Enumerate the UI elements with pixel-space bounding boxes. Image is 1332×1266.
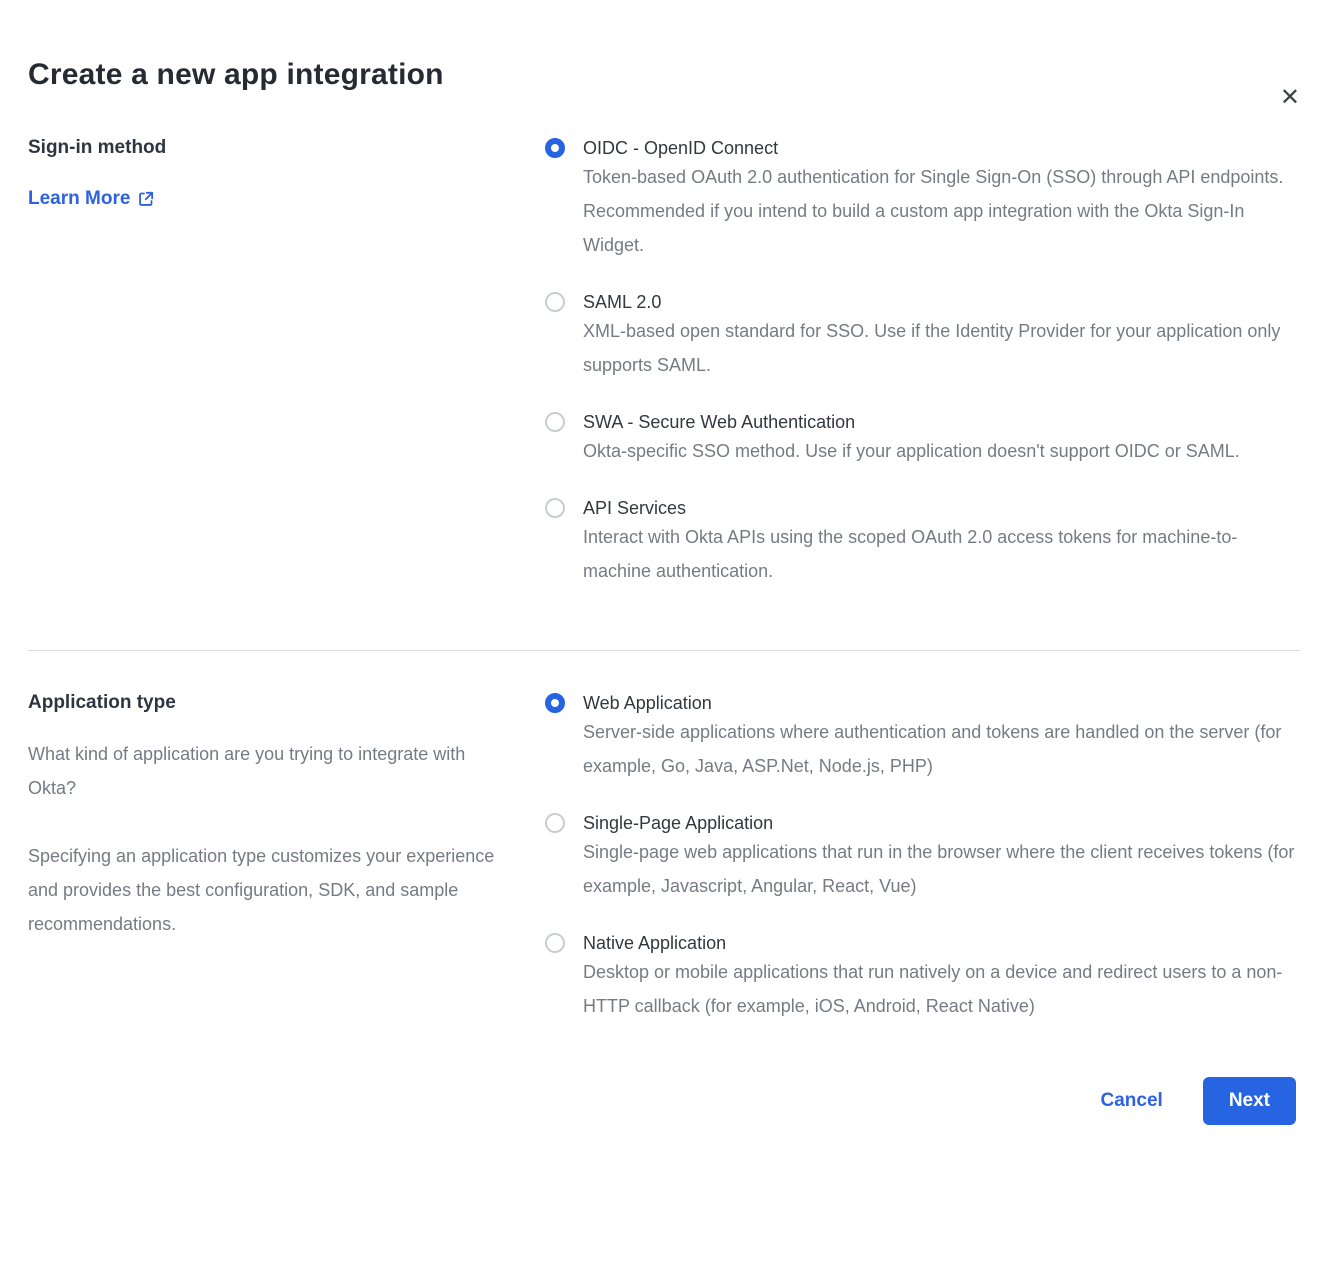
signin-option-oidc-description: Token-based OAuth 2.0 authentication for… xyxy=(583,160,1295,262)
signin-option-saml: SAML 2.0 XML-based open standard for SSO… xyxy=(545,290,1296,382)
signin-option-api-services-description: Interact with Okta APIs using the scoped… xyxy=(583,520,1295,588)
apptype-option-spa: Single-Page Application Single-page web … xyxy=(545,811,1296,903)
signin-method-section: Sign-in method Learn More OIDC - OpenID … xyxy=(0,136,1332,588)
signin-option-swa-label: SWA - Secure Web Authentication xyxy=(583,410,855,434)
application-type-section: Application type What kind of applicatio… xyxy=(0,691,1332,1023)
signin-option-saml-row[interactable]: SAML 2.0 xyxy=(545,290,1296,314)
signin-option-api-services-label: API Services xyxy=(583,496,686,520)
apptype-option-web-label: Web Application xyxy=(583,691,712,715)
apptype-option-native-label: Native Application xyxy=(583,931,726,955)
signin-option-swa-row[interactable]: SWA - Secure Web Authentication xyxy=(545,410,1296,434)
signin-option-api-services: API Services Interact with Okta APIs usi… xyxy=(545,496,1296,588)
application-type-explainer: Specifying an application type customize… xyxy=(28,839,508,941)
signin-option-saml-label: SAML 2.0 xyxy=(583,290,661,314)
apptype-option-web-row[interactable]: Web Application xyxy=(545,691,1296,715)
close-icon[interactable]: ✕ xyxy=(1280,86,1300,110)
dialog-footer: Cancel Next xyxy=(0,1077,1332,1125)
signin-option-saml-description: XML-based open standard for SSO. Use if … xyxy=(583,314,1295,382)
signin-option-oidc-row[interactable]: OIDC - OpenID Connect xyxy=(545,136,1296,160)
signin-option-oidc-label: OIDC - OpenID Connect xyxy=(583,136,778,160)
apptype-option-spa-label: Single-Page Application xyxy=(583,811,773,835)
apptype-option-native: Native Application Desktop or mobile app… xyxy=(545,931,1296,1023)
apptype-option-web-description: Server-side applications where authentic… xyxy=(583,715,1295,783)
section-divider xyxy=(28,650,1300,651)
radio-oidc[interactable] xyxy=(545,138,565,158)
signin-option-oidc: OIDC - OpenID Connect Token-based OAuth … xyxy=(545,136,1296,262)
apptype-option-web: Web Application Server-side applications… xyxy=(545,691,1296,783)
signin-method-label: Sign-in method xyxy=(28,136,545,160)
radio-swa[interactable] xyxy=(545,412,565,432)
application-type-label: Application type xyxy=(28,691,545,715)
signin-option-swa: SWA - Secure Web Authentication Okta-spe… xyxy=(545,410,1296,468)
dialog-title: Create a new app integration xyxy=(28,56,1292,94)
learn-more-link[interactable]: Learn More xyxy=(28,188,154,210)
signin-option-swa-description: Okta-specific SSO method. Use if your ap… xyxy=(583,434,1295,468)
radio-native-application[interactable] xyxy=(545,933,565,953)
next-button[interactable]: Next xyxy=(1203,1077,1296,1125)
radio-saml[interactable] xyxy=(545,292,565,312)
application-type-question: What kind of application are you trying … xyxy=(28,737,508,805)
radio-api-services[interactable] xyxy=(545,498,565,518)
external-link-icon xyxy=(138,191,154,207)
radio-web-application[interactable] xyxy=(545,693,565,713)
signin-option-api-services-row[interactable]: API Services xyxy=(545,496,1296,520)
apptype-option-spa-description: Single-page web applications that run in… xyxy=(583,835,1295,903)
cancel-button[interactable]: Cancel xyxy=(1101,1090,1163,1112)
radio-single-page-application[interactable] xyxy=(545,813,565,833)
apptype-option-native-row[interactable]: Native Application xyxy=(545,931,1296,955)
learn-more-label: Learn More xyxy=(28,188,130,210)
apptype-option-spa-row[interactable]: Single-Page Application xyxy=(545,811,1296,835)
apptype-option-native-description: Desktop or mobile applications that run … xyxy=(583,955,1295,1023)
